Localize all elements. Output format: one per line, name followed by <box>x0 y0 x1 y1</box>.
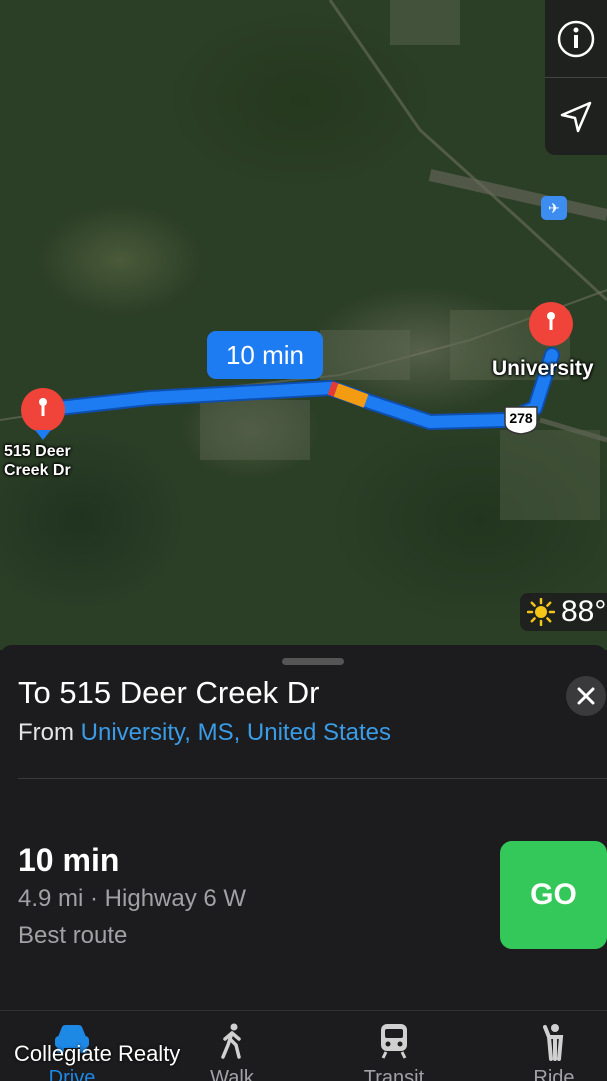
current-location-button[interactable] <box>545 78 607 155</box>
tab-transit[interactable]: Transit <box>334 1011 454 1081</box>
divider <box>18 778 607 779</box>
tab-walk[interactable]: Walk <box>172 1011 292 1081</box>
tab-label: Walk <box>210 1067 254 1081</box>
sheet-grabber[interactable] <box>282 658 344 665</box>
watermark: Collegiate Realty <box>14 1041 181 1066</box>
origin-link[interactable]: University, MS, United States <box>81 719 391 746</box>
tab-label: Ride <box>533 1067 575 1081</box>
map-view[interactable]: 10 min 515 Deer Creek Dr University 278 … <box>0 0 607 650</box>
route-duration: 10 min <box>18 842 120 878</box>
destination-map-label: 515 Deer Creek Dr <box>4 443 71 479</box>
tab-label: Transit <box>363 1067 425 1081</box>
map-controls <box>545 0 607 155</box>
airplane-icon[interactable]: ✈ <box>541 196 567 220</box>
go-button[interactable]: GO <box>500 841 607 949</box>
weather-temperature: 88° <box>561 595 607 628</box>
tab-ride[interactable]: Ride <box>494 1011 607 1081</box>
destination-pin-icon[interactable] <box>20 388 66 440</box>
close-icon <box>577 687 595 705</box>
weather-badge: 88° <box>520 593 607 631</box>
train-icon <box>381 1024 407 1059</box>
from-prefix: From <box>18 719 81 746</box>
highway-shield-number: 278 <box>509 410 533 426</box>
tab-label: Drive <box>48 1067 96 1081</box>
route-distance: 4.9 mi · Highway 6 W <box>18 885 247 912</box>
origin-pin-icon[interactable] <box>528 302 574 352</box>
walk-icon <box>221 1023 241 1059</box>
origin-line: From University, MS, United States <box>18 719 391 747</box>
origin-map-label: University <box>492 357 594 380</box>
info-icon <box>557 20 595 57</box>
destination-title: To 515 Deer Creek Dr <box>18 675 320 710</box>
info-button[interactable] <box>545 0 607 78</box>
location-arrow-icon <box>560 101 592 132</box>
close-button[interactable] <box>566 676 606 716</box>
route-note: Best route <box>18 922 128 949</box>
route-line[interactable] <box>0 0 607 650</box>
ride-icon <box>543 1024 564 1061</box>
route-time-bubble[interactable]: 10 min <box>207 331 323 379</box>
sun-icon <box>527 598 555 626</box>
